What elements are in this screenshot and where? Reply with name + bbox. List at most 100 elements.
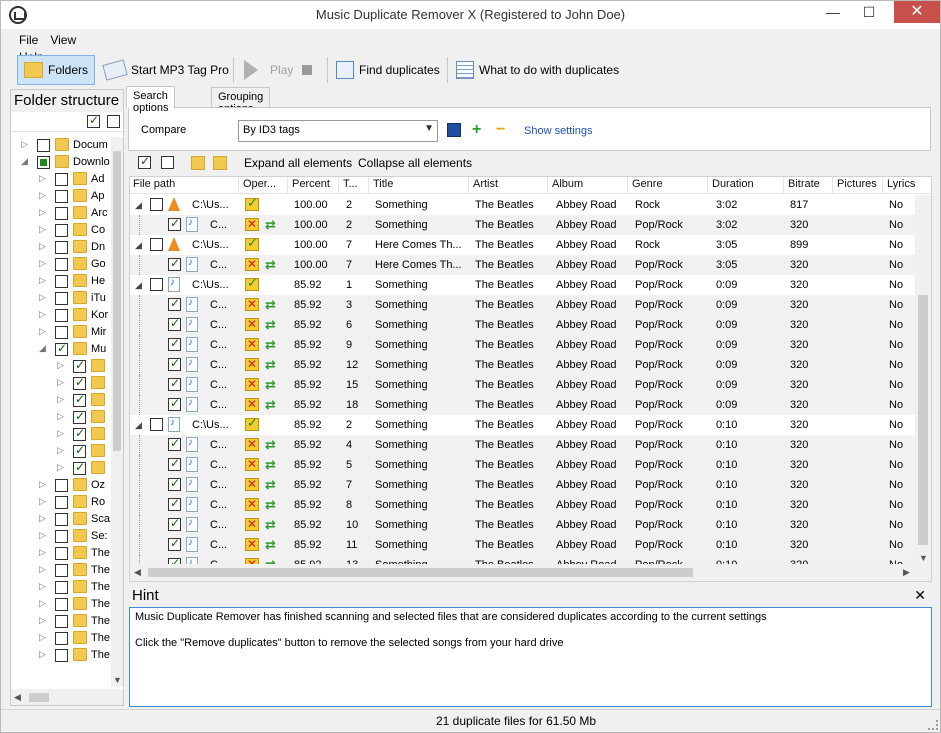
remove-preset-icon[interactable]: − [496, 121, 510, 138]
folder-checkbox[interactable] [55, 581, 68, 594]
menu-file[interactable]: File [11, 30, 42, 47]
folder-tree-item[interactable]: ▷ Mir [11, 324, 111, 341]
expand-arrow-icon[interactable]: ▷ [39, 207, 46, 218]
uncheck-all-rows[interactable] [161, 156, 174, 169]
column-header[interactable]: Percent [292, 178, 340, 190]
delete-icon[interactable] [245, 337, 259, 351]
expand-arrow-icon[interactable]: ▷ [57, 445, 64, 456]
folder-check-icon[interactable] [191, 156, 205, 170]
swap-icon[interactable]: ⇄ [265, 437, 276, 453]
delete-icon[interactable] [245, 297, 259, 311]
expand-arrow-icon[interactable]: ▷ [57, 462, 64, 473]
folder-checkbox[interactable] [73, 426, 86, 441]
column-separator[interactable] [468, 177, 469, 194]
row-checkbox[interactable] [168, 216, 181, 231]
folders-button[interactable]: Folders [17, 55, 95, 85]
folder-checkbox[interactable] [73, 460, 86, 475]
folder-checkbox[interactable] [37, 156, 50, 169]
swap-icon[interactable]: ⇄ [265, 217, 276, 233]
column-header[interactable]: Bitrate [788, 178, 833, 190]
folder-checkbox[interactable] [73, 409, 86, 424]
column-header[interactable]: Oper... [243, 178, 288, 190]
menu-view[interactable]: View [42, 30, 80, 47]
duplicate-row[interactable]: C... ⇄ 85.92 4 Something The Beatles Abbey Roa… [130, 435, 916, 455]
folder-checkbox[interactable] [55, 309, 68, 322]
row-checkbox[interactable] [168, 316, 181, 331]
folder-tree-item[interactable]: ▷ [11, 426, 111, 443]
folder-checkbox[interactable] [55, 615, 68, 628]
check-all-rows[interactable] [138, 154, 151, 169]
expand-arrow-icon[interactable]: ▷ [39, 479, 46, 490]
delete-icon[interactable] [245, 217, 259, 231]
folder-tree-item[interactable]: ▷ Ap [11, 188, 111, 205]
folder-tree-item[interactable]: ▷ Oz [11, 477, 111, 494]
expand-arrow-icon[interactable]: ▷ [39, 564, 46, 575]
expand-arrow-icon[interactable]: ▷ [39, 241, 46, 252]
delete-icon[interactable] [245, 477, 259, 491]
folder-tree-item[interactable]: ▷ The [11, 562, 111, 579]
delete-icon[interactable] [245, 457, 259, 471]
column-separator[interactable] [783, 177, 784, 194]
column-header[interactable]: Lyrics [887, 178, 917, 190]
row-checkbox[interactable] [168, 336, 181, 351]
delete-icon[interactable] [245, 537, 259, 551]
folder-checkbox[interactable] [73, 443, 86, 458]
expand-arrow-icon[interactable]: ▷ [57, 360, 64, 371]
expand-arrow-icon[interactable]: ▷ [39, 496, 46, 507]
folder-tree-item[interactable]: ▷ Go [11, 256, 111, 273]
folder-checkbox[interactable] [55, 547, 68, 560]
column-header[interactable]: Title [373, 178, 468, 190]
grid-horizontal-scrollbar[interactable]: ◀ ▶ [130, 564, 931, 581]
row-checkbox[interactable] [150, 238, 163, 251]
expand-arrow-icon[interactable]: ▷ [39, 224, 46, 235]
column-header[interactable]: File path [133, 178, 238, 190]
what-to-do-button[interactable]: What to do with duplicates [449, 55, 626, 85]
row-checkbox[interactable] [168, 496, 181, 511]
folder-tree-item[interactable]: ▷ The [11, 596, 111, 613]
swap-icon[interactable]: ⇄ [265, 457, 276, 473]
group-row[interactable]: ◢ C:\Us... 100.00 7 Here Comes Th... The Beat… [130, 235, 916, 255]
folder-tree-item[interactable]: ◢ Mu [11, 341, 111, 358]
folder-tree-item[interactable]: ▷ Ro [11, 494, 111, 511]
duplicate-row[interactable]: C... ⇄ 85.92 12 Something The Beatles Abbey Ro… [130, 355, 916, 375]
row-checkbox[interactable] [168, 536, 181, 551]
tab-grouping-options[interactable]: Grouping options [211, 87, 271, 115]
folder-tree-item[interactable]: ▷ He [11, 273, 111, 290]
swap-icon[interactable]: ⇄ [265, 377, 276, 393]
folder-tree-item[interactable]: ▷ The [11, 545, 111, 562]
delete-icon[interactable] [245, 497, 259, 511]
folder-checkbox[interactable] [55, 292, 68, 305]
swap-icon[interactable]: ⇄ [265, 517, 276, 533]
folder-tree-item[interactable]: ▷ [11, 460, 111, 477]
folder-tree-item[interactable]: ▷ Ad [11, 171, 111, 188]
collapse-arrow-icon[interactable]: ◢ [135, 240, 142, 251]
column-separator[interactable] [882, 177, 883, 194]
delete-icon[interactable] [245, 257, 259, 271]
keep-icon[interactable] [245, 235, 259, 251]
swap-icon[interactable]: ⇄ [265, 297, 276, 313]
compare-select[interactable]: By ID3 tags ▼ [238, 120, 438, 142]
folder-checkbox[interactable] [55, 513, 68, 526]
folder-tree-horizontal-scrollbar[interactable]: ◀ [11, 689, 123, 705]
row-checkbox[interactable] [168, 516, 181, 531]
column-separator[interactable] [287, 177, 288, 194]
row-checkbox[interactable] [168, 296, 181, 311]
duplicate-row[interactable]: C... ⇄ 85.92 10 Something The Beatles Abbey Ro… [130, 515, 916, 535]
expand-arrow-icon[interactable]: ▷ [39, 326, 46, 337]
swap-icon[interactable]: ⇄ [265, 257, 276, 273]
duplicate-row[interactable]: C... ⇄ 85.92 8 Something The Beatles Abbey Roa… [130, 495, 916, 515]
folder-checkbox[interactable] [55, 190, 68, 203]
expand-arrow-icon[interactable]: ▷ [57, 377, 64, 388]
collapse-arrow-icon[interactable]: ◢ [135, 200, 142, 211]
expand-arrow-icon[interactable]: ▷ [39, 581, 46, 592]
expand-arrow-icon[interactable]: ▷ [39, 615, 46, 626]
folder-checkbox[interactable] [73, 392, 86, 407]
swap-icon[interactable]: ⇄ [265, 337, 276, 353]
swap-icon[interactable]: ⇄ [265, 397, 276, 413]
show-settings-link[interactable]: Show settings [524, 125, 592, 137]
uncheck-all-folders[interactable] [107, 115, 120, 128]
collapse-arrow-icon[interactable]: ◢ [135, 420, 142, 431]
column-header[interactable]: Duration [712, 178, 784, 190]
folder-tree-item[interactable]: ▷ [11, 443, 111, 460]
row-checkbox[interactable] [168, 436, 181, 451]
